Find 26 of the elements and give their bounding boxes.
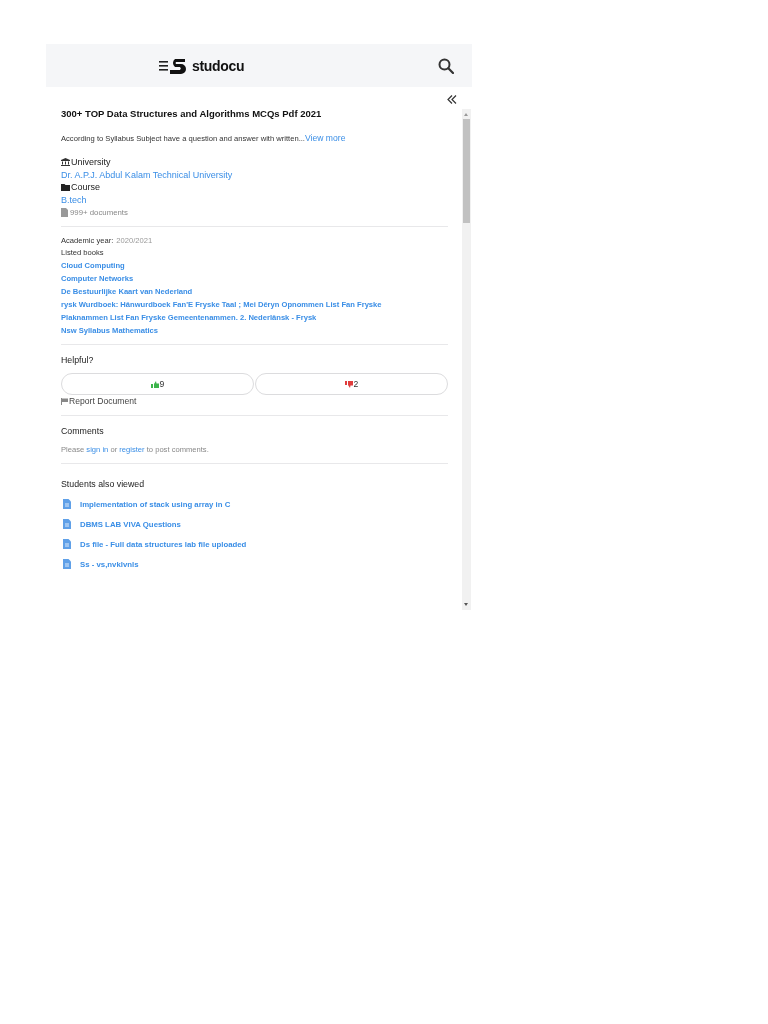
document-title: 300+ TOP Data Structures and Algorithms MCQs Pdf 2021	[61, 108, 322, 119]
flag-icon	[61, 397, 68, 405]
course-label: Course	[71, 182, 100, 192]
scrollbar[interactable]	[462, 109, 471, 610]
collapse-icon[interactable]	[447, 95, 457, 104]
course-link[interactable]: B.tech	[61, 195, 87, 205]
comments-title: Comments	[61, 426, 104, 436]
document-icon	[63, 539, 71, 549]
thumbs-up-icon	[150, 380, 159, 388]
helpful-title: Helpful?	[61, 355, 94, 365]
downvote-button[interactable]: 2	[255, 373, 448, 395]
document-icon	[63, 499, 71, 509]
view-more-link[interactable]: View more	[305, 133, 346, 143]
thumbs-down-icon	[344, 380, 353, 388]
report-document-link[interactable]: Report Document	[69, 396, 137, 406]
document-icon	[61, 208, 68, 217]
search-icon[interactable]	[438, 58, 454, 74]
university-icon	[61, 158, 70, 166]
also-viewed-title: Students also viewed	[61, 479, 145, 489]
university-link[interactable]: Dr. A.P.J. Abdul Kalam Technical University	[61, 170, 233, 180]
university-label: University	[71, 157, 111, 167]
folder-icon	[61, 183, 70, 191]
document-icon	[63, 519, 71, 529]
upvote-button[interactable]: 9	[61, 373, 254, 395]
logo-text[interactable]: studocu	[192, 57, 245, 74]
document-icon	[63, 559, 71, 569]
